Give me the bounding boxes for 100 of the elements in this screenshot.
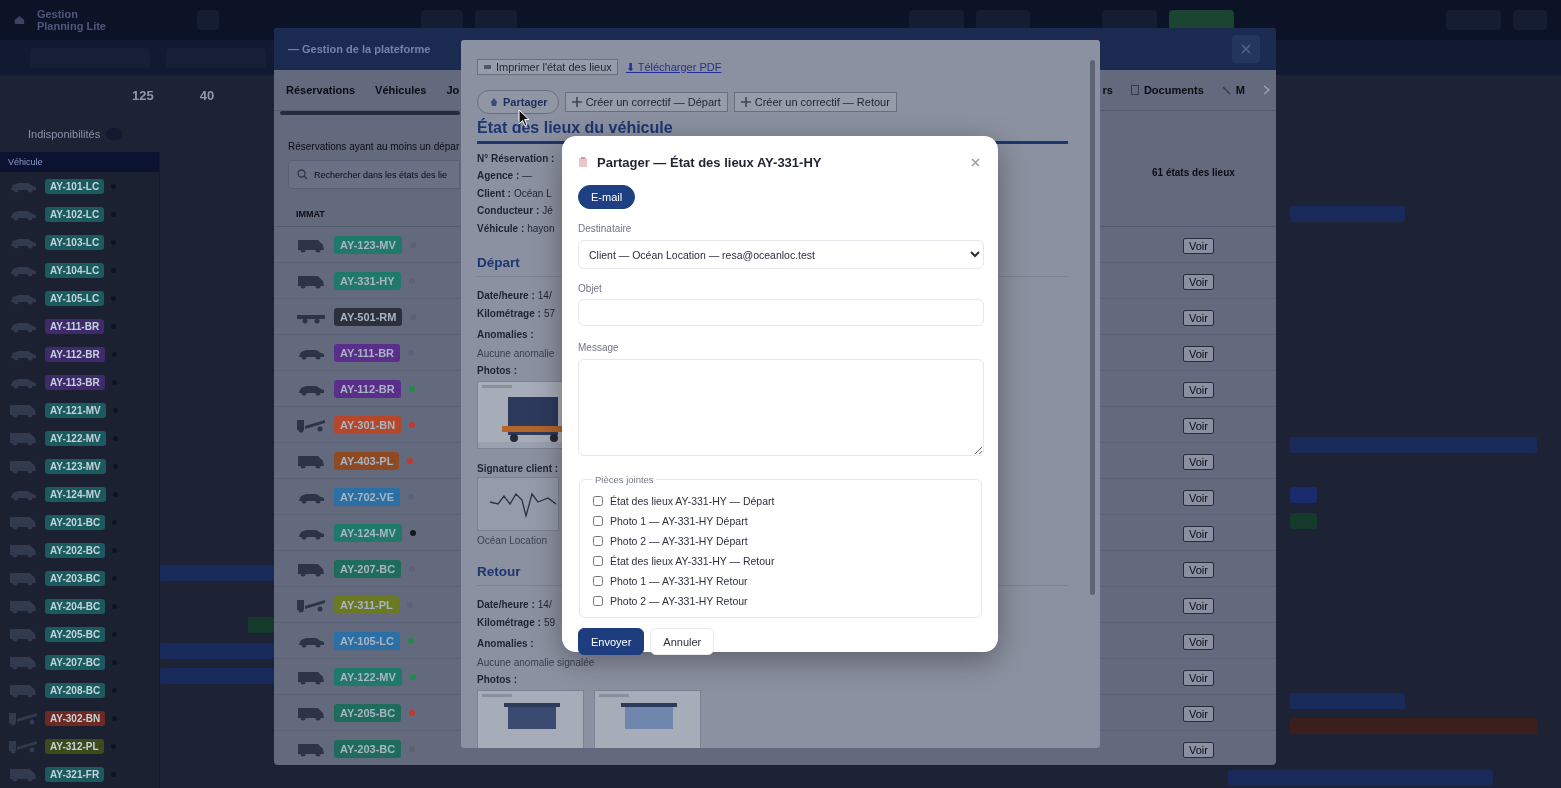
plate-tag: AY-105-LC (45, 290, 105, 306)
view-button[interactable]: Voir (1183, 237, 1214, 254)
van-icon (8, 598, 38, 614)
booking-bar (1290, 487, 1317, 503)
column-header: Véhicule (0, 152, 159, 172)
tab[interactable]: Documents (1130, 80, 1204, 100)
toolbar-button[interactable] (975, 10, 1031, 30)
stat-value: 40 (199, 87, 215, 103)
toolbar-button[interactable] (474, 10, 517, 30)
tab[interactable]: M (1221, 80, 1245, 100)
print-button[interactable]: Imprimer l'état des lieux (477, 59, 618, 75)
toolbar-button[interactable] (420, 10, 463, 30)
tab[interactable]: Véhicules (375, 80, 427, 100)
tab[interactable]: Jo (446, 80, 460, 100)
plate-tag: AY-101-LC (45, 178, 105, 194)
view-button[interactable]: Voir (1183, 705, 1214, 722)
plate-tag: AY-311-PL (334, 595, 399, 614)
plate-tag: AY-403-PL (334, 451, 400, 470)
close-icon (971, 157, 980, 167)
plate-tag: AY-201-BC (45, 514, 106, 530)
view-button[interactable]: Voir (1183, 633, 1214, 650)
printer-icon (483, 63, 492, 71)
field-label: Signature client : (477, 463, 559, 475)
plus-icon (571, 97, 582, 107)
plate-tag: AY-202-BC (45, 542, 106, 558)
clipboard-icon (578, 156, 588, 168)
tab[interactable]: rs (1102, 80, 1113, 100)
checkbox[interactable] (593, 576, 603, 586)
view-button[interactable]: Voir (1183, 309, 1214, 326)
toolbar-button[interactable] (1102, 10, 1157, 30)
field-label: N° Réservation : (477, 152, 555, 166)
channel-tab[interactable]: E-mail (578, 185, 636, 209)
toolbar-button[interactable] (909, 10, 964, 30)
field-value: hayon (527, 221, 555, 236)
search-field[interactable]: Rechercher dans les états des lie (288, 160, 460, 189)
subject-field[interactable] (578, 299, 984, 326)
van-icon (8, 402, 38, 418)
drop-icon (490, 97, 498, 107)
home-icon (14, 14, 25, 26)
dialog-title: Partager — État des lieux AY-331-HY (597, 154, 823, 170)
view-button[interactable]: Voir (1183, 273, 1214, 290)
view-button[interactable]: Voir (1183, 669, 1214, 686)
field-label: Conducteur : (477, 204, 540, 219)
plate-tag: AY-331-HY (334, 271, 401, 290)
view-button[interactable]: Voir (1183, 381, 1214, 398)
count-label: 61 états des lieux (1151, 167, 1236, 178)
modal-title: — Gestion de la plateforme (288, 43, 431, 55)
checkbox[interactable] (593, 516, 603, 526)
plate-tag: AY-121-MV (45, 402, 106, 418)
tab[interactable]: Réservations (286, 80, 356, 100)
chevron-right-icon (1263, 85, 1270, 95)
plate-tag: AY-203-BC (45, 570, 106, 586)
attachment-label: Photo 1 — AY-331-HY Départ (610, 515, 748, 527)
van-icon (8, 542, 38, 558)
van-icon (8, 766, 38, 782)
plate-tag: AY-111-BR (334, 343, 401, 362)
view-button[interactable]: Voir (1183, 597, 1214, 614)
field-label: Anomalies : (477, 329, 534, 341)
plate-tag: AY-205-BC (334, 703, 402, 722)
field-label: Photos : (477, 674, 517, 686)
checkbox[interactable] (593, 496, 603, 506)
plate-tag: AY-113-BR (45, 374, 105, 390)
checkbox[interactable] (593, 536, 603, 546)
toolbar-button[interactable] (1168, 10, 1235, 30)
truck-icon (8, 710, 38, 726)
view-button[interactable]: Voir (1183, 741, 1214, 758)
share-button[interactable]: Partager (477, 90, 559, 114)
field-label: Anomalies : (477, 638, 534, 650)
field-value: Océan L (513, 186, 552, 201)
checkbox[interactable] (593, 556, 603, 566)
checkbox[interactable] (593, 596, 603, 606)
create-fix-button[interactable]: Créer un correctif — Départ (564, 92, 728, 112)
field-value: 14/ (537, 289, 552, 304)
view-button[interactable]: Voir (1183, 345, 1214, 362)
field-label: Kilométrage : (477, 616, 541, 631)
van-icon (8, 570, 38, 586)
section-heading: État des lieux du véhicule (477, 120, 673, 136)
plate-tag: AY-124-MV (334, 523, 402, 542)
view-button[interactable]: Voir (1183, 417, 1214, 434)
download-link[interactable]: ⬇ Télécharger PDF (625, 60, 722, 74)
plate-tag: AY-122-MV (334, 667, 402, 686)
view-button[interactable]: Voir (1183, 489, 1214, 506)
plate-tag: AY-123-MV (45, 458, 106, 474)
create-fix-button[interactable]: Créer un correctif — Retour (733, 92, 897, 112)
close-icon (1241, 44, 1251, 54)
message-field[interactable] (578, 359, 984, 456)
view-button[interactable]: Voir (1183, 561, 1214, 578)
close-button[interactable] (1232, 35, 1260, 63)
send-button[interactable]: Envoyer (578, 628, 645, 655)
recipient-dropdown[interactable]: Client — Océan Location — resa@oceanloc.test (578, 240, 984, 269)
anomaly-text: Aucune anomalie (477, 348, 555, 360)
cancel-button[interactable]: Annuler (650, 628, 715, 655)
field-value: 14/ (537, 598, 552, 613)
plate-tag: AY-105-LC (334, 631, 400, 650)
van-icon (8, 654, 38, 670)
truck-icon (8, 738, 38, 754)
plate-tag: AY-302-BN (45, 710, 106, 726)
field-label: Kilométrage : (477, 307, 541, 322)
view-button[interactable]: Voir (1183, 453, 1214, 470)
view-button[interactable]: Voir (1183, 525, 1214, 542)
